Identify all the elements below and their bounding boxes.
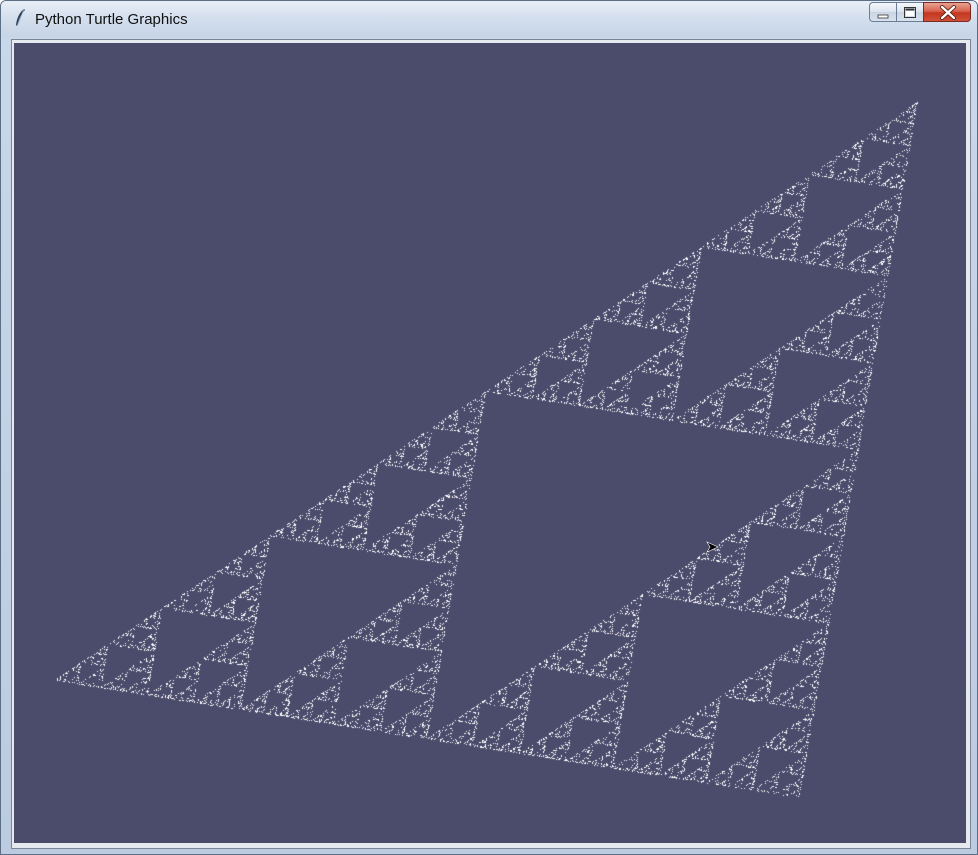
minimize-icon <box>877 14 889 19</box>
window-title: Python Turtle Graphics <box>35 11 188 28</box>
maximize-button[interactable] <box>896 2 923 22</box>
maximize-icon <box>904 7 916 18</box>
python-feather-icon <box>16 8 25 27</box>
turtle-canvas[interactable] <box>14 43 966 843</box>
window-controls <box>869 2 971 24</box>
minimize-button[interactable] <box>869 2 896 22</box>
turtle-arrow-icon <box>706 541 719 553</box>
turtle-window: Python Turtle Graphics <box>0 0 978 855</box>
title-bar[interactable]: Python Turtle Graphics <box>1 1 977 37</box>
close-icon <box>940 5 956 20</box>
close-button[interactable] <box>923 2 971 22</box>
sierpinski-fractal <box>14 43 966 843</box>
